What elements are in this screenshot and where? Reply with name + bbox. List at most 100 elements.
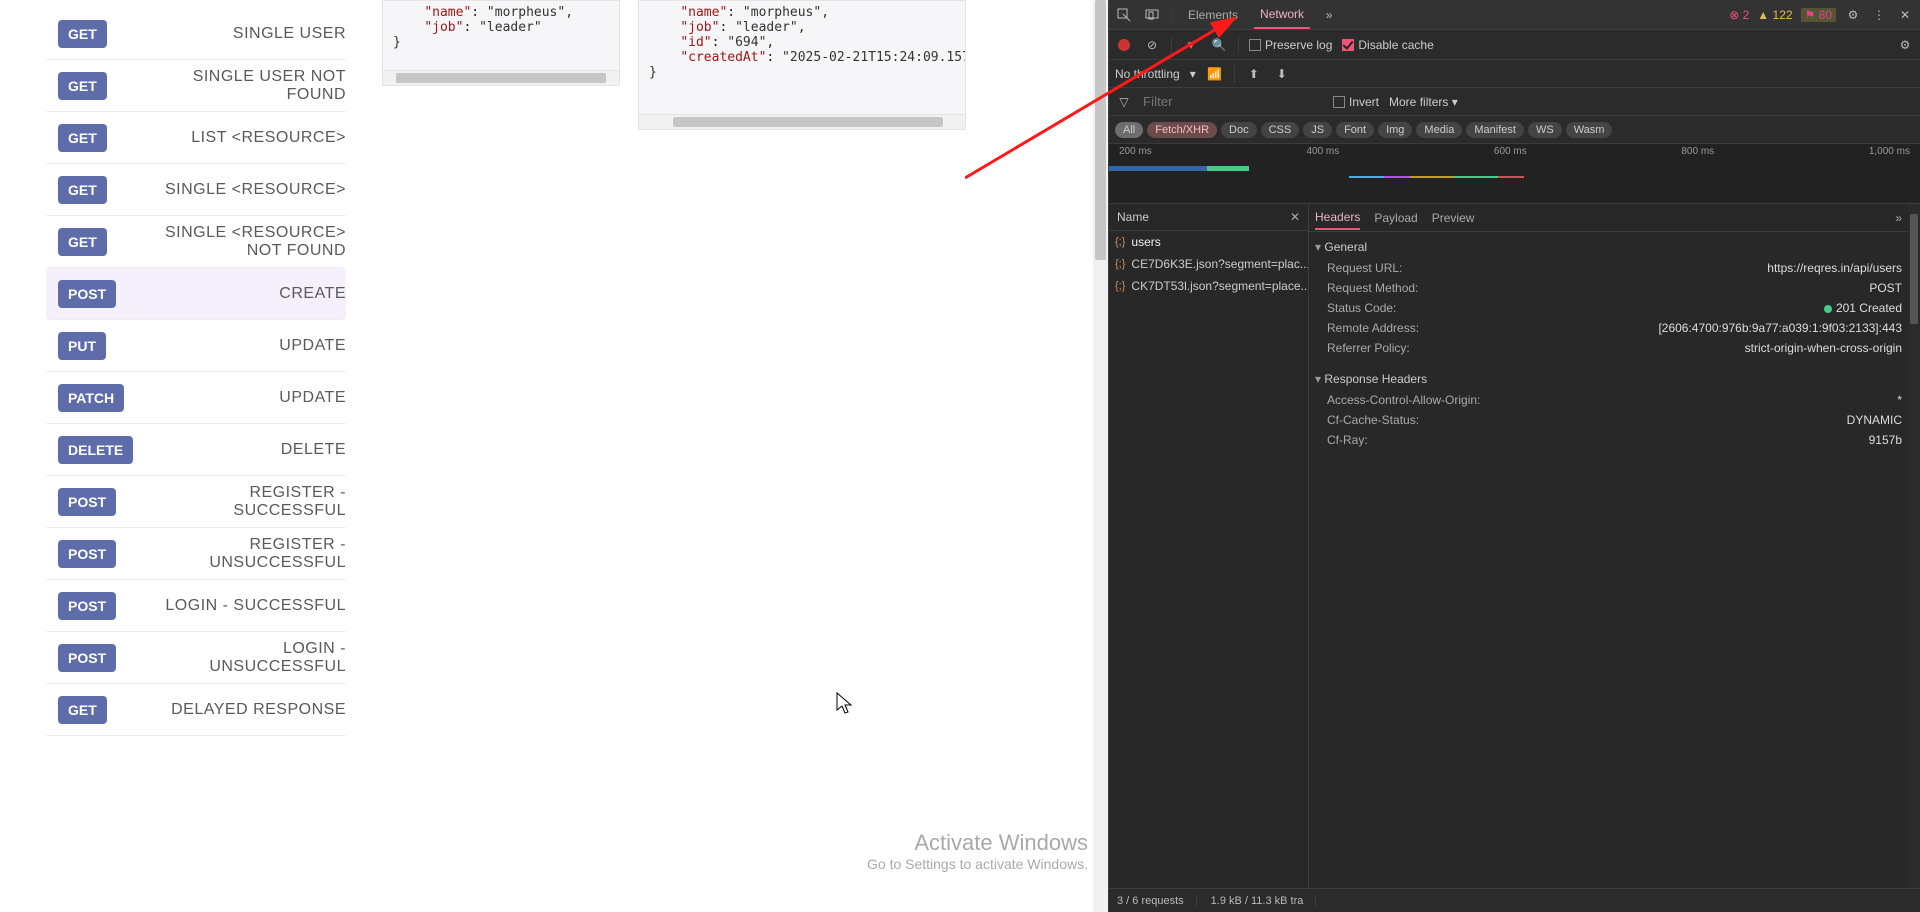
more-filters-dropdown[interactable]: More filters ▾ (1389, 95, 1458, 109)
http-method-badge: PATCH (58, 384, 124, 412)
disable-cache-checkbox[interactable]: Disable cache (1342, 38, 1433, 52)
filter-row: ▽ Invert More filters ▾ (1109, 88, 1920, 116)
mouse-cursor-icon (836, 692, 856, 716)
timeline-tick: 400 ms (1306, 146, 1339, 157)
type-filter-font[interactable]: Font (1336, 122, 1374, 138)
vertical-scrollbar[interactable] (1093, 0, 1108, 912)
search-icon[interactable]: 🔍 (1210, 36, 1228, 54)
api-endpoint-item[interactable]: DELETEDELETE (46, 424, 346, 476)
api-endpoint-item[interactable]: GETSINGLE USER NOT FOUND (46, 60, 346, 112)
xhr-icon: {;} (1115, 236, 1125, 248)
api-endpoint-item[interactable]: GETSINGLE USER (46, 8, 346, 60)
warning-count-badge[interactable]: ▲ 122 (1757, 8, 1792, 22)
throttling-row: No throttling ▾ 📶 ⬆ ⬇ (1109, 60, 1920, 88)
http-method-badge: GET (58, 124, 107, 152)
invert-checkbox[interactable]: Invert (1333, 95, 1379, 109)
api-endpoint-item[interactable]: POSTLOGIN - SUCCESSFUL (46, 580, 346, 632)
endpoint-label: LOGIN - SUCCESSFUL (165, 597, 346, 615)
clear-icon[interactable]: ⊘ (1143, 36, 1161, 54)
more-tabs-icon[interactable]: » (1320, 6, 1338, 24)
api-endpoint-item[interactable]: POSTCREATE (46, 268, 346, 320)
tab-elements[interactable]: Elements (1182, 0, 1244, 29)
api-endpoint-item[interactable]: GET LIST <RESOURCE> (46, 112, 346, 164)
network-request-item[interactable]: {;} CK7DT53l.json?segment=place... (1109, 275, 1308, 297)
response-headers-section-header[interactable]: Response Headers (1315, 368, 1902, 390)
endpoint-label: SINGLE <RESOURCE> (165, 181, 346, 199)
type-filter-fetchxhr[interactable]: Fetch/XHR (1147, 122, 1217, 138)
page-content: GETSINGLE USERGETSINGLE USER NOT FOUNDGE… (0, 0, 1108, 912)
detail-tab-headers[interactable]: Headers (1315, 206, 1360, 230)
header-kv: Access-Control-Allow-Origin:* (1315, 390, 1902, 410)
api-endpoint-item[interactable]: PUTUPDATE (46, 320, 346, 372)
name-column-header[interactable]: Name ✕ (1109, 204, 1308, 231)
wifi-icon[interactable]: 📶 (1206, 65, 1224, 83)
filter-input[interactable] (1143, 94, 1323, 109)
api-endpoint-item[interactable]: POSTLOGIN - UNSUCCESSFUL (46, 632, 346, 684)
response-body-code: "name": "morpheus", "job": "leader", "id… (638, 0, 966, 130)
type-filter-media[interactable]: Media (1416, 122, 1462, 138)
http-method-badge: GET (58, 228, 107, 256)
endpoint-label: LIST <RESOURCE> (191, 129, 346, 147)
api-endpoint-item[interactable]: PATCHUPDATE (46, 372, 346, 424)
filter-icon[interactable]: ▽ (1115, 93, 1133, 111)
xhr-icon: {;} (1115, 280, 1125, 292)
detail-tab-preview[interactable]: Preview (1432, 207, 1475, 229)
filter-funnel-icon[interactable]: ▼ (1182, 36, 1200, 54)
detail-tab-payload[interactable]: Payload (1374, 207, 1417, 229)
close-devtools-icon[interactable]: ✕ (1896, 6, 1914, 24)
network-timeline[interactable]: 200 ms400 ms600 ms800 ms1,000 ms (1109, 144, 1920, 204)
endpoint-label: SINGLE <RESOURCE> NOT FOUND (146, 224, 346, 260)
api-endpoint-item[interactable]: POSTREGISTER - SUCCESSFUL (46, 476, 346, 528)
xhr-icon: {;} (1115, 258, 1125, 270)
more-tabs-icon[interactable]: » (1895, 211, 1902, 225)
request-name: CK7DT53l.json?segment=place... (1131, 279, 1308, 293)
api-endpoint-item[interactable]: GET SINGLE <RESOURCE> NOT FOUND (46, 216, 346, 268)
kebab-menu-icon[interactable]: ⋮ (1870, 6, 1888, 24)
http-method-badge: GET (58, 696, 107, 724)
close-icon[interactable]: ✕ (1290, 210, 1300, 224)
upload-har-icon[interactable]: ⬆ (1245, 65, 1263, 83)
record-icon[interactable] (1115, 36, 1133, 54)
network-request-item[interactable]: {;}users (1109, 231, 1308, 253)
throttling-select[interactable]: No throttling ▾ (1115, 67, 1196, 81)
inspect-icon[interactable] (1115, 6, 1133, 24)
general-section-header[interactable]: General (1315, 236, 1902, 258)
endpoint-label: SINGLE USER NOT FOUND (146, 68, 346, 104)
network-status-bar: 3 / 6 requests 1.9 kB / 11.3 kB tra (1109, 888, 1920, 912)
request-list-column: Name ✕ {;}users{;}CE7D6K3E.json?segment=… (1109, 204, 1309, 888)
http-method-badge: POST (58, 644, 116, 672)
tab-network[interactable]: Network (1254, 0, 1310, 29)
error-count-badge[interactable]: ⊗ 2 (1729, 8, 1749, 22)
network-toolbar: ⊘ ▼ 🔍 Preserve log Disable cache ⚙ (1109, 30, 1920, 60)
timeline-tick: 200 ms (1119, 146, 1152, 157)
transfer-size: 1.9 kB / 11.3 kB tra (1211, 895, 1317, 907)
vertical-scrollbar[interactable] (1908, 204, 1920, 888)
horizontal-scrollbar[interactable] (382, 70, 620, 86)
issue-count-badge[interactable]: ⚑ 80 (1801, 8, 1836, 22)
horizontal-scrollbar[interactable] (638, 114, 966, 130)
timeline-tick: 600 ms (1494, 146, 1527, 157)
http-method-badge: POST (58, 540, 116, 568)
device-icon[interactable] (1143, 6, 1161, 24)
type-filter-all[interactable]: All (1115, 122, 1143, 138)
network-request-item[interactable]: {;}CE7D6K3E.json?segment=plac... (1109, 253, 1308, 275)
api-endpoint-item[interactable]: GET SINGLE <RESOURCE> (46, 164, 346, 216)
api-endpoint-list: GETSINGLE USERGETSINGLE USER NOT FOUNDGE… (46, 8, 346, 736)
type-filter-img[interactable]: Img (1378, 122, 1412, 138)
api-endpoint-item[interactable]: POSTREGISTER - UNSUCCESSFUL (46, 528, 346, 580)
type-filter-js[interactable]: JS (1303, 122, 1332, 138)
api-endpoint-item[interactable]: GETDELAYED RESPONSE (46, 684, 346, 736)
download-har-icon[interactable]: ⬇ (1273, 65, 1291, 83)
type-filter-manifest[interactable]: Manifest (1466, 122, 1524, 138)
header-kv: Status Code:201 Created (1315, 298, 1902, 318)
http-method-badge: PUT (58, 332, 106, 360)
type-filter-ws[interactable]: WS (1528, 122, 1562, 138)
type-filter-doc[interactable]: Doc (1221, 122, 1257, 138)
endpoint-label: SINGLE USER (233, 25, 346, 43)
type-filter-css[interactable]: CSS (1261, 122, 1300, 138)
type-filter-wasm[interactable]: Wasm (1566, 122, 1613, 138)
http-method-badge: GET (58, 176, 107, 204)
settings-gear-icon[interactable]: ⚙ (1844, 6, 1862, 24)
preserve-log-checkbox[interactable]: Preserve log (1249, 38, 1332, 52)
network-settings-icon[interactable]: ⚙ (1896, 36, 1914, 54)
